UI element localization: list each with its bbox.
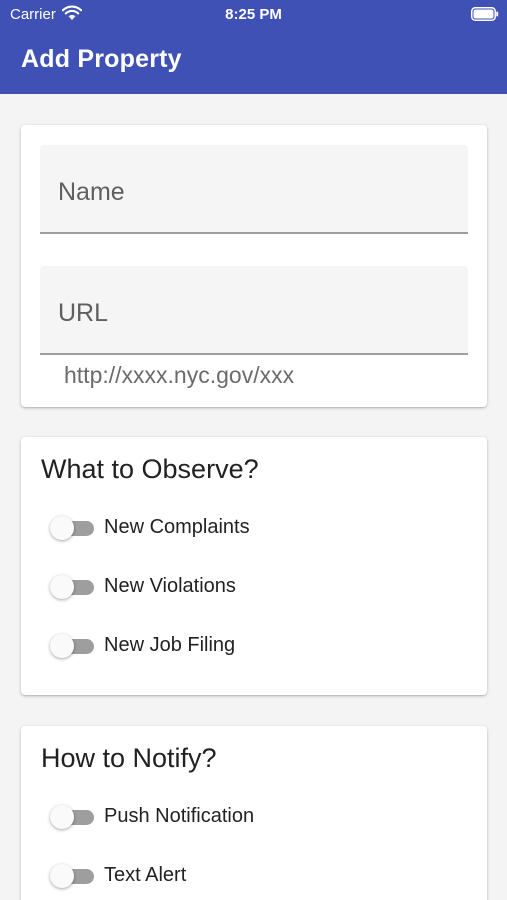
add-property-screen: Carrier 8:25 PM Add Property Name URL ht… xyxy=(0,0,507,900)
app-header: Carrier 8:25 PM Add Property xyxy=(0,0,507,94)
toggle-row-text-alert: Text Alert xyxy=(50,861,470,891)
name-field-label: Name xyxy=(58,178,125,206)
toggle-thumb xyxy=(50,516,74,540)
toggle-thumb xyxy=(50,634,74,658)
name-field[interactable]: Name xyxy=(40,145,468,234)
new-violations-toggle[interactable] xyxy=(50,574,96,600)
toggle-row-push-notification: Push Notification xyxy=(50,802,470,832)
url-field[interactable]: URL xyxy=(40,266,468,355)
text-alert-label: Text Alert xyxy=(104,864,187,886)
notify-card: How to Notify? Push Notification Text Al… xyxy=(21,726,487,900)
new-job-filing-label: New Job Filing xyxy=(104,634,236,656)
status-time: 8:25 PM xyxy=(225,6,282,23)
observe-section-title: What to Observe? xyxy=(41,454,259,484)
battery-icon xyxy=(471,7,499,21)
new-complaints-label: New Complaints xyxy=(104,516,250,538)
status-bar: Carrier 8:25 PM xyxy=(0,0,507,28)
new-job-filing-toggle[interactable] xyxy=(50,633,96,659)
push-notification-toggle[interactable] xyxy=(50,804,96,830)
property-details-card: Name URL http://xxxx.nyc.gov/xxx xyxy=(21,125,487,407)
page-title: Add Property xyxy=(21,45,182,73)
toggle-thumb xyxy=(50,864,74,888)
push-notification-label: Push Notification xyxy=(104,805,255,827)
toggle-thumb xyxy=(50,805,74,829)
url-field-label: URL xyxy=(58,299,109,327)
notify-section-title: How to Notify? xyxy=(41,743,217,773)
toggle-row-new-complaints: New Complaints xyxy=(50,513,470,543)
new-violations-label: New Violations xyxy=(104,575,236,597)
new-complaints-toggle[interactable] xyxy=(50,515,96,541)
toggle-thumb xyxy=(50,575,74,599)
text-alert-toggle[interactable] xyxy=(50,863,96,889)
observe-card: What to Observe? New Complaints New Viol… xyxy=(21,437,487,695)
toggle-row-new-violations: New Violations xyxy=(50,572,470,602)
toggle-row-new-job-filing: New Job Filing xyxy=(50,631,470,661)
url-helper-text: http://xxxx.nyc.gov/xxx xyxy=(64,362,295,388)
